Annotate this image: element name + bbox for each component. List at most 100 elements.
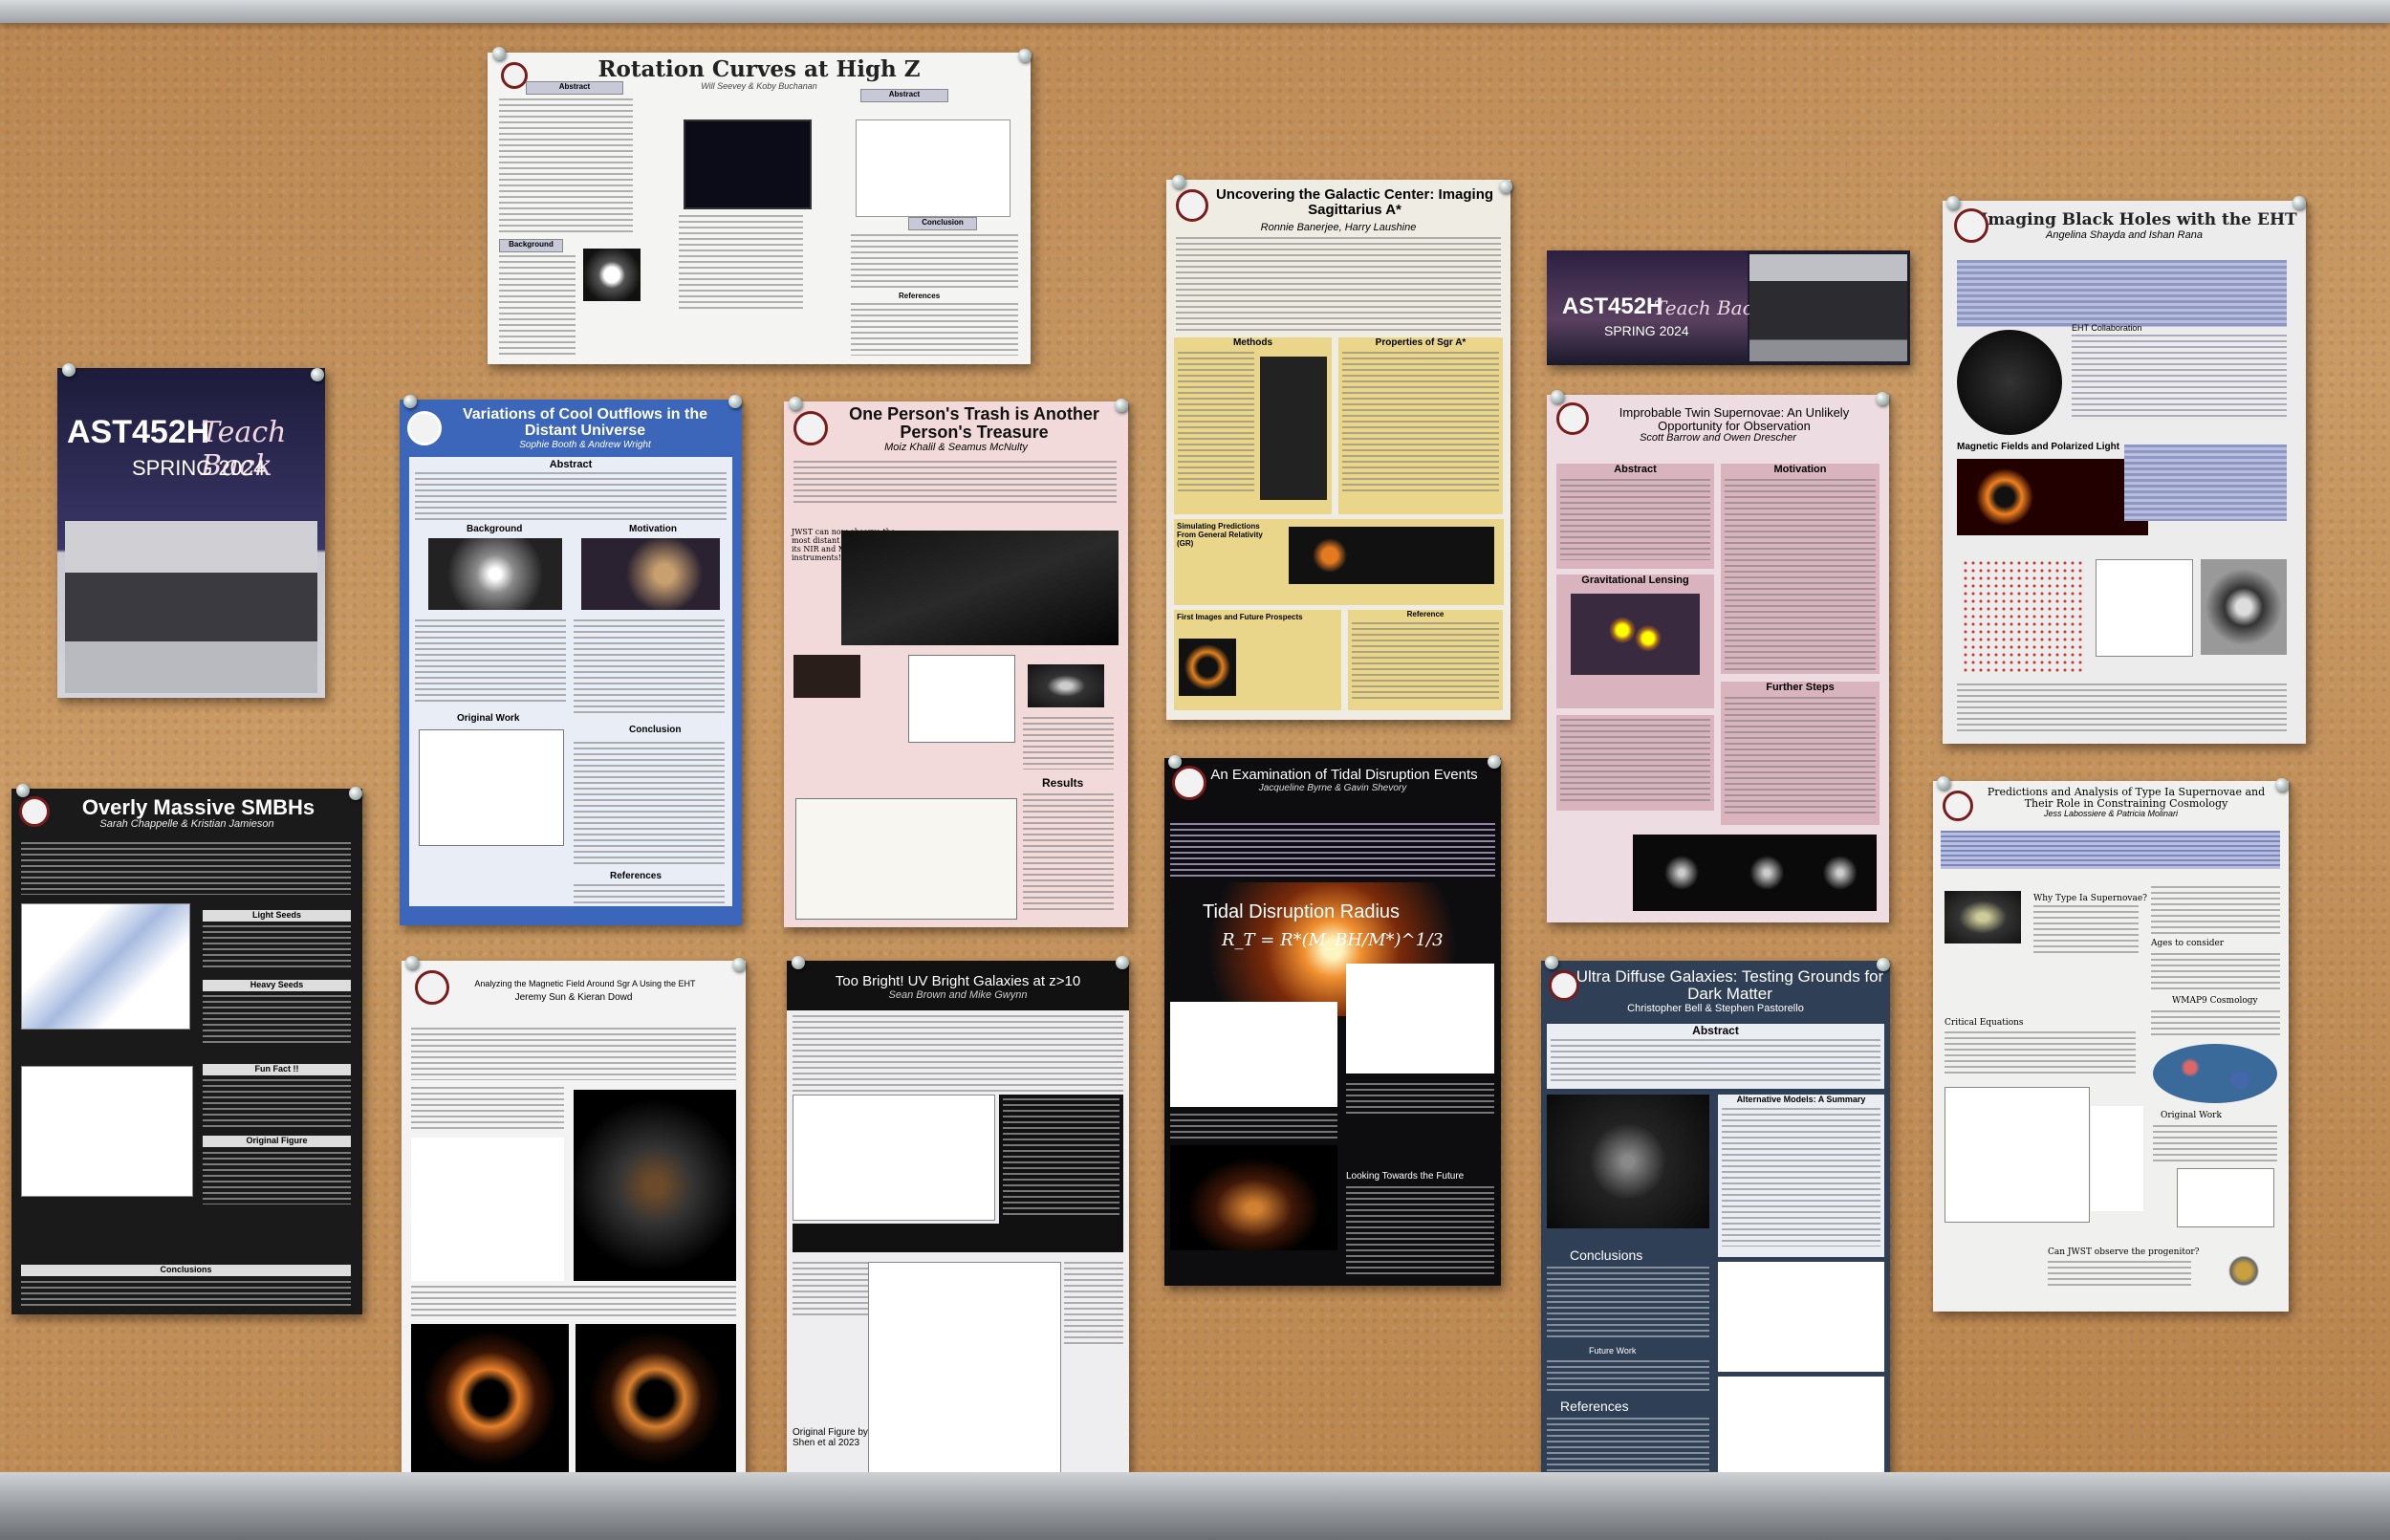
tidal-radius-formula: R_T = R*(M_BH/M*)^1/3 [1222,930,1444,950]
color-color-plot [908,655,1015,743]
poster-overly-massive-smbhs: Overly Massive SMBHs Sarah Chappelle & K… [11,789,362,1314]
light-curve-plot [1346,964,1494,1074]
poster-ultra-diffuse-galaxies: Ultra Diffuse Galaxies: Testing Grounds … [1541,961,1890,1485]
poster-authors: Scott Barrow and Owen Drescher [1640,432,1796,445]
magnetic-field-simulation [574,1090,736,1281]
push-pin [492,47,506,60]
university-seal-icon [1549,970,1579,1001]
poster-authors: Angelina Shayda and Ishan Rana [2046,228,2203,241]
section-heading: Alternative Models: A Summary [1736,1095,1866,1104]
teach-back-subtitle: Teach Back [1654,296,1765,319]
section-heading: Conclusion [629,725,682,735]
teach-back-term: SPRING 2024 [1604,323,1689,338]
section-heading: EHT Collaboration [2072,323,2142,333]
poster-title: Ultra Diffuse Galaxies: Testing Grounds … [1575,967,1884,1003]
section-heading: Simulating Predictions From General Rela… [1177,522,1263,548]
poster-uv-bright-galaxies: Too Bright! UV Bright Galaxies at z>10 S… [787,961,1129,1485]
section-heading: Original Figure [246,1136,308,1145]
polarization-image [576,1324,736,1472]
section-heading: Conclusion [922,218,964,227]
push-pin [1499,180,1512,193]
poster-authors: Jacqueline Byrne & Gavin Shevory [1258,782,1407,793]
poster-title: Imaging Black Holes with the EHT [1980,210,2297,229]
section-heading: Abstract [888,90,921,98]
university-seal-icon [415,970,449,1005]
polarized-black-hole-images [1957,459,2148,535]
poster-title: Overly Massive SMBHs [81,795,315,819]
eht-array-diagram [411,1138,564,1281]
section-heading: Tidal Disruption Radius [1203,901,1401,922]
section-heading: Further Steps [1766,682,1835,693]
push-pin [2292,196,2306,209]
teach-back-title: AST452H [67,414,210,450]
poster-authors: Moiz Khalil & Seamus McNulty [884,441,1028,453]
brown-dwarf-image [793,655,860,698]
poster-cool-outflows: Variations of Cool Outflows in the Dista… [400,400,742,925]
university-seal-icon [1176,189,1208,222]
luminosity-function-plot [793,1095,995,1221]
galaxy-image [581,538,720,610]
university-seal-icon [1943,791,1973,821]
push-pin [1876,392,1889,405]
section-heading: References [610,871,662,881]
poster-title: Rotation Curves at High Z [598,56,921,82]
section-heading: Results [1042,776,1084,790]
push-pin [789,397,802,410]
poster-authors: Jeremy Sun & Kieran Dowd [514,992,633,1004]
telescope-icon [2220,1249,2268,1292]
number-density-plot [868,1262,1061,1479]
push-pin [403,395,417,408]
earth-baseline-diagram [1957,330,2062,435]
push-pin [62,363,76,377]
section-heading: Fun Fact !! [254,1064,299,1074]
section-heading: Properties of Sgr A* [1375,337,1467,348]
poster-tidal-disruption-events: An Examination of Tidal Disruption Event… [1164,758,1501,1286]
university-seal-icon [501,62,528,89]
section-heading: First Images and Future Prospects [1177,613,1303,621]
ring-image [1260,357,1327,500]
poster-type-ia-supernovae: Predictions and Analysis of Type Ia Supe… [1933,781,2289,1312]
poster-authors: Sophie Booth & Andrew Wright [519,439,651,450]
cmb-map [2153,1044,2277,1103]
contour-plot [1945,1087,2090,1223]
outflow-illustration [428,538,562,610]
push-pin [405,956,419,969]
poster-rotation-curves: Rotation Curves at High Z Will Seevey & … [488,53,1031,364]
push-pin [1877,958,1890,971]
galaxy-image [1945,891,2021,944]
push-pin [1116,956,1129,969]
section-heading: Looking Towards the Future [1346,1171,1465,1182]
rotation-curve-plot [1718,1377,1884,1482]
line-plot [2177,1168,2274,1227]
section-heading: Original Work [2161,1111,2222,1120]
poster-twin-supernovae: Improbable Twin Supernovae: An Unlikely … [1547,395,1889,922]
push-pin [792,956,805,969]
group-photo [65,521,317,693]
sgr-a-image [1179,639,1236,696]
push-pin [1115,399,1128,412]
poster-persons-trash: One Person's Trash is Another Person's T… [784,401,1128,927]
section-heading: Background [467,524,523,534]
push-pin [311,368,324,381]
push-pin [2275,778,2289,792]
poster-authors: Jess Labossiere & Patricia Molinari [2043,809,2179,819]
section-heading: WMAP9 Cosmology [2172,996,2258,1006]
push-pin [1168,755,1182,769]
mass-bar-plot [2091,1106,2143,1211]
section-heading: Abstract [549,459,593,470]
poster-galactic-center: Uncovering the Galactic Center: Imaging … [1166,180,1510,720]
section-heading: Abstract [1692,1024,1739,1037]
university-seal-icon [19,796,50,827]
section-heading: Light Seeds [251,910,301,920]
poster-authors: Ronnie Banerjee, Harry Laushine [1260,221,1417,233]
model-image [2201,559,2287,655]
group-photo [1749,254,1907,361]
university-seal-icon [793,411,828,445]
section-heading: Original Work [457,713,520,724]
board-frame-bottom [0,1472,2390,1540]
poster-title: An Examination of Tidal Disruption Event… [1210,767,1478,783]
jwst-wide-field-image [841,531,1119,645]
teach-back-title: AST452H [1562,293,1663,319]
section-heading: Critical Equations [1945,1018,2024,1028]
lensing-diagram [1571,594,1700,675]
